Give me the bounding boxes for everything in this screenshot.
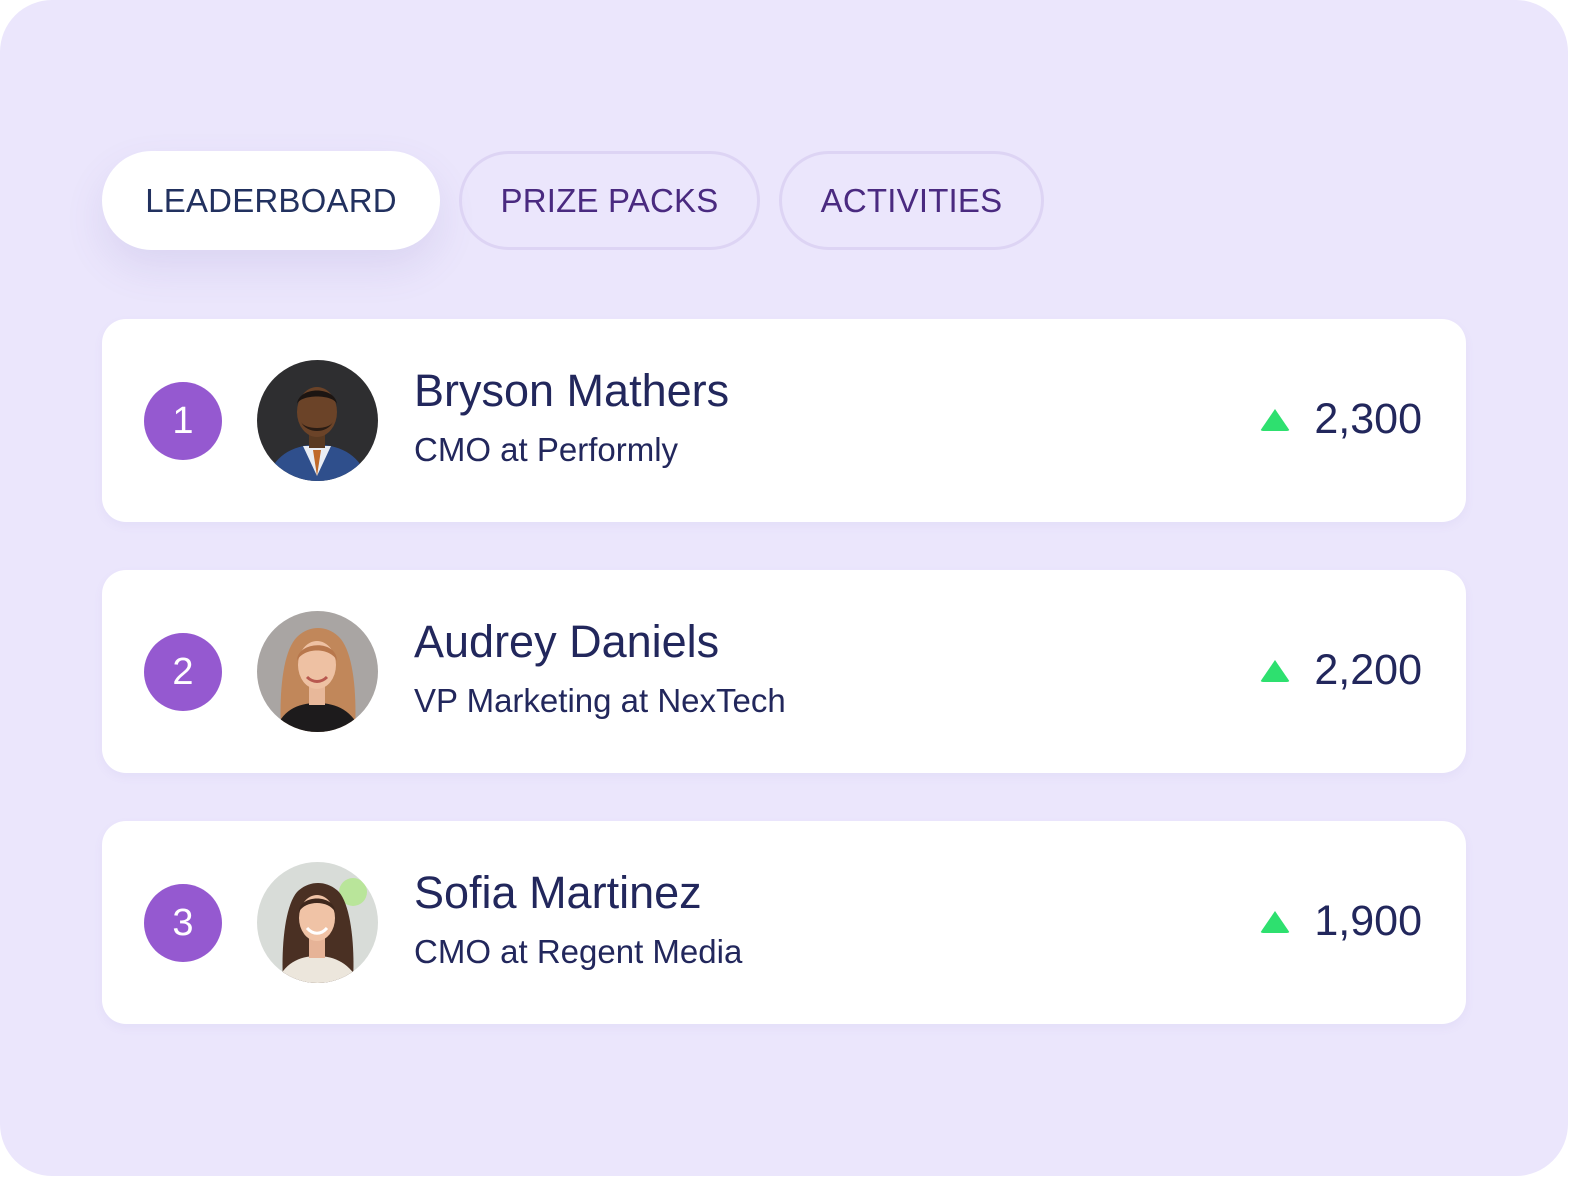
tab-prize-packs[interactable]: PRIZE PACKS bbox=[459, 151, 760, 250]
avatar bbox=[257, 862, 378, 983]
leaderboard-row[interactable]: 1 Bryson Mathers CMO at Performly 2,300 bbox=[102, 319, 1466, 522]
leaderboard-row[interactable]: 2 Audrey Daniels VP Marketing at NexTech… bbox=[102, 570, 1466, 773]
avatar bbox=[257, 360, 378, 481]
avatar-photo bbox=[257, 862, 378, 983]
score-value: 1,900 bbox=[1314, 896, 1422, 945]
participant-name: Bryson Mathers bbox=[414, 365, 730, 416]
triangle-up-icon bbox=[1260, 911, 1291, 933]
triangle-up-icon bbox=[1260, 409, 1291, 431]
tab-activities[interactable]: ACTIVITIES bbox=[779, 151, 1044, 250]
avatar-photo bbox=[257, 360, 378, 481]
tab-bar: LEADERBOARD PRIZE PACKS ACTIVITIES bbox=[102, 151, 1044, 250]
score-group: 1,900 bbox=[1260, 893, 1422, 949]
avatar-photo bbox=[257, 611, 378, 732]
tab-leaderboard[interactable]: LEADERBOARD bbox=[102, 151, 440, 250]
leaderboard-panel: LEADERBOARD PRIZE PACKS ACTIVITIES 1 Bry… bbox=[0, 0, 1568, 1176]
participant-role: CMO at Regent Media bbox=[414, 933, 743, 970]
score-group: 2,200 bbox=[1260, 642, 1422, 698]
score-value: 2,200 bbox=[1314, 645, 1422, 694]
participant-role: CMO at Performly bbox=[414, 431, 679, 468]
leaderboard-row[interactable]: 3 Sofia Martinez CMO at Regent Media 1,9… bbox=[102, 821, 1466, 1024]
participant-name: Sofia Martinez bbox=[414, 867, 702, 918]
score-value: 2,300 bbox=[1314, 394, 1422, 443]
participant-role: VP Marketing at NexTech bbox=[414, 682, 786, 719]
avatar bbox=[257, 611, 378, 732]
rank-badge: 2 bbox=[144, 633, 222, 711]
rank-badge: 1 bbox=[144, 382, 222, 460]
rank-badge: 3 bbox=[144, 884, 222, 962]
triangle-up-icon bbox=[1260, 660, 1291, 682]
score-group: 2,300 bbox=[1260, 391, 1422, 447]
participant-name: Audrey Daniels bbox=[414, 616, 720, 667]
